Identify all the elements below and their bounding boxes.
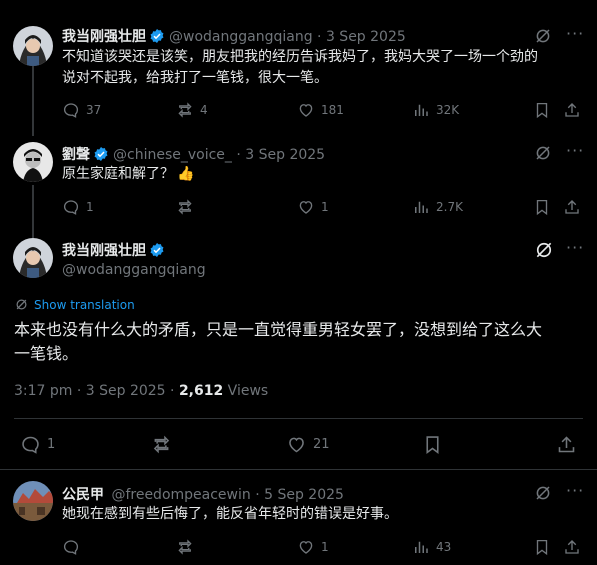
like-button[interactable]: 21 bbox=[286, 434, 330, 455]
views-button[interactable]: 32K bbox=[412, 101, 459, 119]
author-name[interactable]: 我当刚强壮胆 bbox=[62, 243, 146, 259]
author-handle[interactable]: @chinese_voice_ bbox=[113, 147, 232, 163]
thread-line bbox=[32, 185, 34, 238]
separator: · bbox=[250, 487, 265, 503]
divider bbox=[0, 469, 597, 470]
post-date[interactable]: 5 Sep 2025 bbox=[264, 487, 344, 503]
bookmark-icon[interactable] bbox=[422, 434, 443, 459]
bookmark-icon[interactable] bbox=[533, 198, 551, 220]
repost-button[interactable] bbox=[176, 538, 200, 556]
translate-icon bbox=[16, 299, 27, 310]
thumbs-up-emoji: 👍 bbox=[177, 166, 195, 182]
show-translation-label[interactable]: Show translation bbox=[34, 298, 135, 312]
post-text: 原生家庭和解了？ 👍 bbox=[62, 166, 195, 182]
grok-icon[interactable] bbox=[534, 144, 552, 166]
post-timestamp[interactable]: 3:17 pm · 3 Sep 2025 · bbox=[14, 383, 179, 399]
repost-button[interactable] bbox=[176, 198, 200, 216]
more-options-icon[interactable]: ··· bbox=[566, 481, 584, 500]
author-handle[interactable]: @freedompeacewin bbox=[111, 487, 250, 503]
author-handle[interactable]: @wodanggangqiang bbox=[62, 262, 206, 278]
reply-count: 37 bbox=[86, 103, 102, 117]
like-count: 1 bbox=[321, 540, 329, 554]
avatar[interactable] bbox=[13, 238, 53, 278]
divider bbox=[14, 418, 583, 419]
like-button[interactable]: 1 bbox=[297, 538, 329, 556]
reply-count: 1 bbox=[47, 437, 56, 452]
reply-button[interactable]: 37 bbox=[62, 101, 101, 119]
grok-icon[interactable] bbox=[534, 484, 552, 506]
verified-badge-icon bbox=[149, 242, 165, 262]
show-translation-link[interactable]: Show translation bbox=[14, 297, 135, 312]
avatar[interactable] bbox=[13, 481, 53, 521]
post-text: 本来也没有什么大的矛盾，只是一直觉得重男轻女罢了，没想到给了这么大 一笔钱。 bbox=[14, 320, 543, 363]
repost-button[interactable]: 4 bbox=[176, 101, 208, 119]
separator: · bbox=[312, 29, 326, 45]
more-options-icon[interactable]: ··· bbox=[566, 238, 584, 257]
views-count: 32K bbox=[436, 103, 460, 117]
verified-badge-icon bbox=[93, 146, 109, 166]
bookmark-icon[interactable] bbox=[533, 101, 551, 123]
grok-icon[interactable] bbox=[534, 27, 552, 49]
views-count: 2.7K bbox=[436, 200, 463, 214]
author-name[interactable]: 我当刚强壮胆 bbox=[62, 29, 146, 45]
share-icon[interactable] bbox=[563, 101, 581, 123]
bookmark-icon[interactable] bbox=[533, 538, 551, 560]
reply-button[interactable] bbox=[62, 538, 86, 556]
more-options-icon[interactable]: ··· bbox=[566, 141, 584, 160]
post-text: 不知道该哭还是该笑，朋友把我的经历告诉我妈了，我妈大哭了一场一个劲的 说对不起我… bbox=[62, 49, 538, 86]
like-count: 181 bbox=[321, 103, 344, 117]
post-date[interactable]: 3 Sep 2025 bbox=[326, 29, 406, 45]
separator: · bbox=[231, 147, 246, 163]
thread-line bbox=[32, 66, 34, 136]
post-meta: 3:17 pm · 3 Sep 2025 · 2,612 Views bbox=[14, 383, 268, 399]
like-count: 1 bbox=[321, 200, 329, 214]
reply-button[interactable]: 1 bbox=[20, 434, 55, 455]
post-date[interactable]: 3 Sep 2025 bbox=[245, 147, 325, 163]
views-button[interactable]: 2.7K bbox=[412, 198, 463, 216]
reply-count: 1 bbox=[86, 200, 94, 214]
like-button[interactable]: 1 bbox=[297, 198, 329, 216]
views-total: 2,612 bbox=[178, 383, 224, 399]
author-name[interactable]: 公民甲 bbox=[62, 487, 104, 503]
post-header: 我当刚强壮胆 @wodanggangqiang · 3 Sep 2025 bbox=[62, 26, 406, 48]
views-button[interactable]: 43 bbox=[412, 538, 451, 556]
avatar[interactable] bbox=[13, 142, 53, 182]
more-options-icon[interactable]: ··· bbox=[566, 24, 584, 43]
share-icon[interactable] bbox=[563, 538, 581, 560]
repost-button[interactable] bbox=[151, 434, 178, 455]
reply-button[interactable]: 1 bbox=[62, 198, 94, 216]
share-icon[interactable] bbox=[563, 198, 581, 220]
author-handle[interactable]: @wodanggangqiang bbox=[169, 29, 313, 45]
like-count: 21 bbox=[313, 437, 330, 452]
share-icon[interactable] bbox=[556, 434, 577, 459]
like-button[interactable]: 181 bbox=[297, 101, 344, 119]
repost-count: 4 bbox=[200, 103, 208, 117]
author-name[interactable]: 劉聲 bbox=[62, 147, 90, 163]
views-label: Views bbox=[223, 383, 269, 399]
avatar[interactable] bbox=[13, 26, 53, 66]
post-header: 公民甲 @freedompeacewin · 5 Sep 2025 bbox=[62, 484, 344, 504]
post-header: 劉聲 @chinese_voice_ · 3 Sep 2025 bbox=[62, 144, 325, 166]
grok-icon[interactable] bbox=[534, 240, 554, 264]
views-count: 43 bbox=[436, 540, 452, 554]
post-text: 她现在感到有些后悔了，能反省年轻时的错误是好事。 bbox=[62, 506, 398, 522]
verified-badge-icon bbox=[149, 28, 165, 48]
post-header: 我当刚强壮胆 bbox=[62, 240, 169, 262]
